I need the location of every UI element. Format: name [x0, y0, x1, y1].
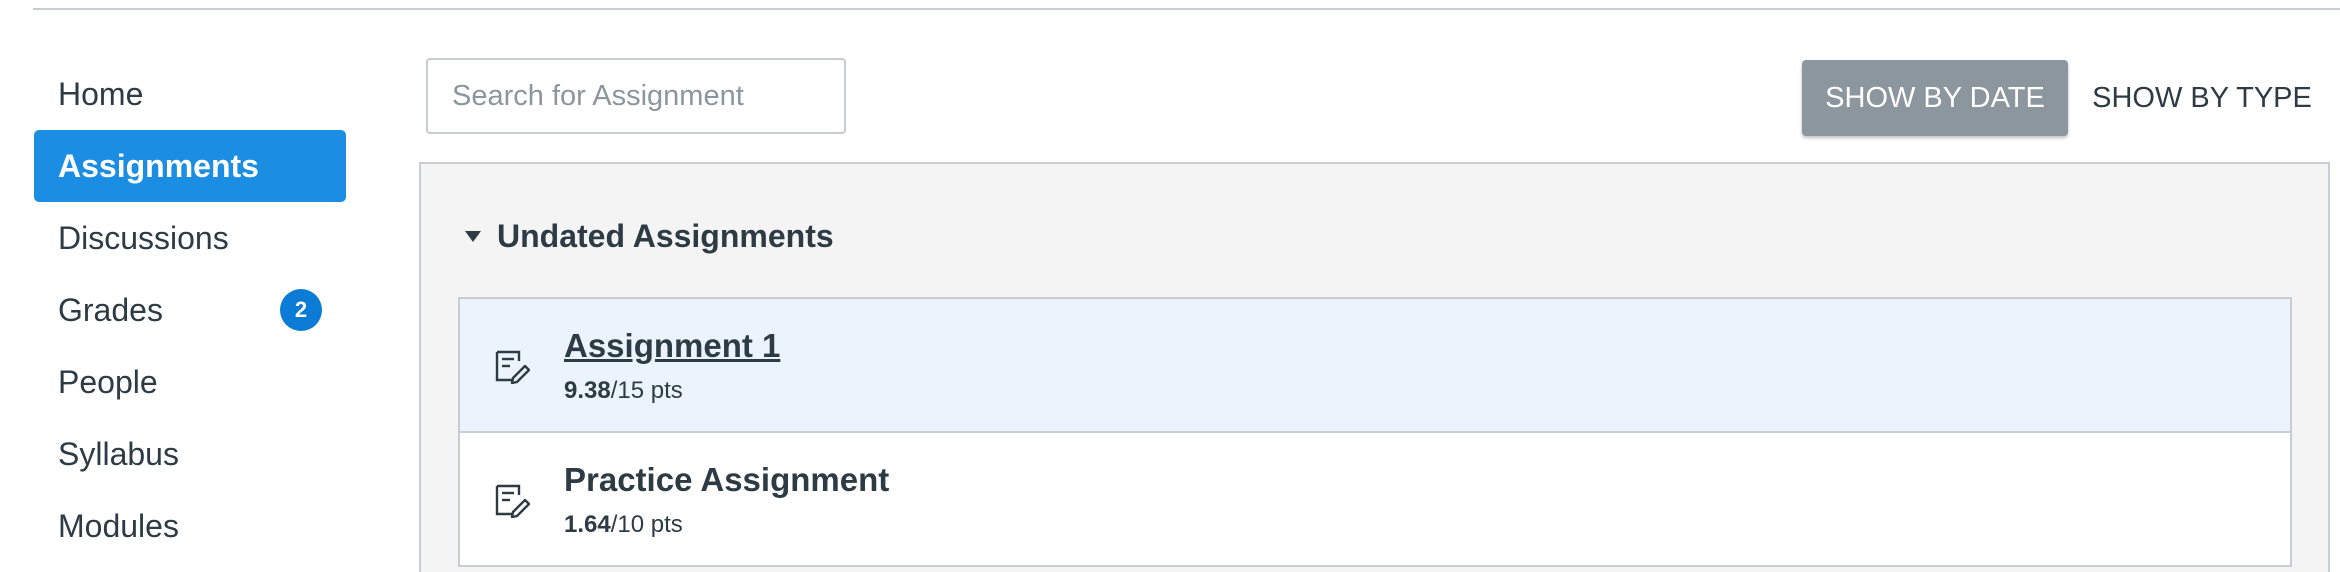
sidebar-item-label: Syllabus	[58, 435, 179, 472]
sidebar-item-home[interactable]: Home	[34, 58, 346, 130]
sidebar-item-label: Grades	[58, 291, 163, 328]
assignment-icon	[495, 350, 530, 384]
top-divider	[33, 8, 2340, 10]
course-nav: Home Assignments Discussions Grades 2 Pe…	[34, 58, 346, 562]
assignment-title-link[interactable]: Assignment 1	[564, 327, 780, 365]
sidebar-item-assignments[interactable]: Assignments	[34, 130, 346, 202]
score-value: 1.64	[564, 511, 611, 538]
sidebar-item-label: Assignments	[58, 147, 259, 184]
sidebar-item-label: People	[58, 363, 158, 400]
search-input[interactable]	[426, 58, 846, 134]
sidebar-item-syllabus[interactable]: Syllabus	[34, 418, 346, 490]
sidebar-item-modules[interactable]: Modules	[34, 490, 346, 562]
group-title: Undated Assignments	[497, 218, 834, 254]
sidebar-item-label: Modules	[58, 507, 179, 544]
list-item[interactable]: Assignment 1 9.38/15 pts	[460, 299, 2290, 433]
assignment-title-link[interactable]: Practice Assignment	[564, 461, 889, 499]
sidebar-item-label: Home	[58, 75, 144, 112]
assignment-score: 9.38/15 pts	[564, 377, 683, 405]
show-by-type-button[interactable]: SHOW BY TYPE	[2082, 60, 2322, 136]
points-possible: /10 pts	[610, 511, 683, 538]
list-item[interactable]: Practice Assignment 1.64/10 pts	[460, 433, 2290, 567]
show-by-date-button[interactable]: SHOW BY DATE	[1802, 60, 2068, 136]
group-toggle[interactable]: Undated Assignments	[465, 218, 834, 255]
points-possible: /15 pts	[610, 377, 683, 404]
sidebar-item-discussions[interactable]: Discussions	[34, 202, 346, 274]
sidebar-item-label: Discussions	[58, 219, 229, 256]
assignment-list: Assignment 1 9.38/15 pts Practice Assign…	[458, 297, 2292, 567]
sidebar-item-grades[interactable]: Grades 2	[34, 274, 346, 346]
sidebar-item-people[interactable]: People	[34, 346, 346, 418]
score-value: 9.38	[564, 377, 611, 404]
assignment-score: 1.64/10 pts	[564, 511, 683, 539]
assignment-group-panel: Undated Assignments Assignment 1 9.38/15…	[419, 162, 2330, 572]
assignment-icon	[495, 484, 530, 518]
caret-down-icon	[465, 231, 481, 242]
grades-count-badge: 2	[280, 289, 322, 331]
